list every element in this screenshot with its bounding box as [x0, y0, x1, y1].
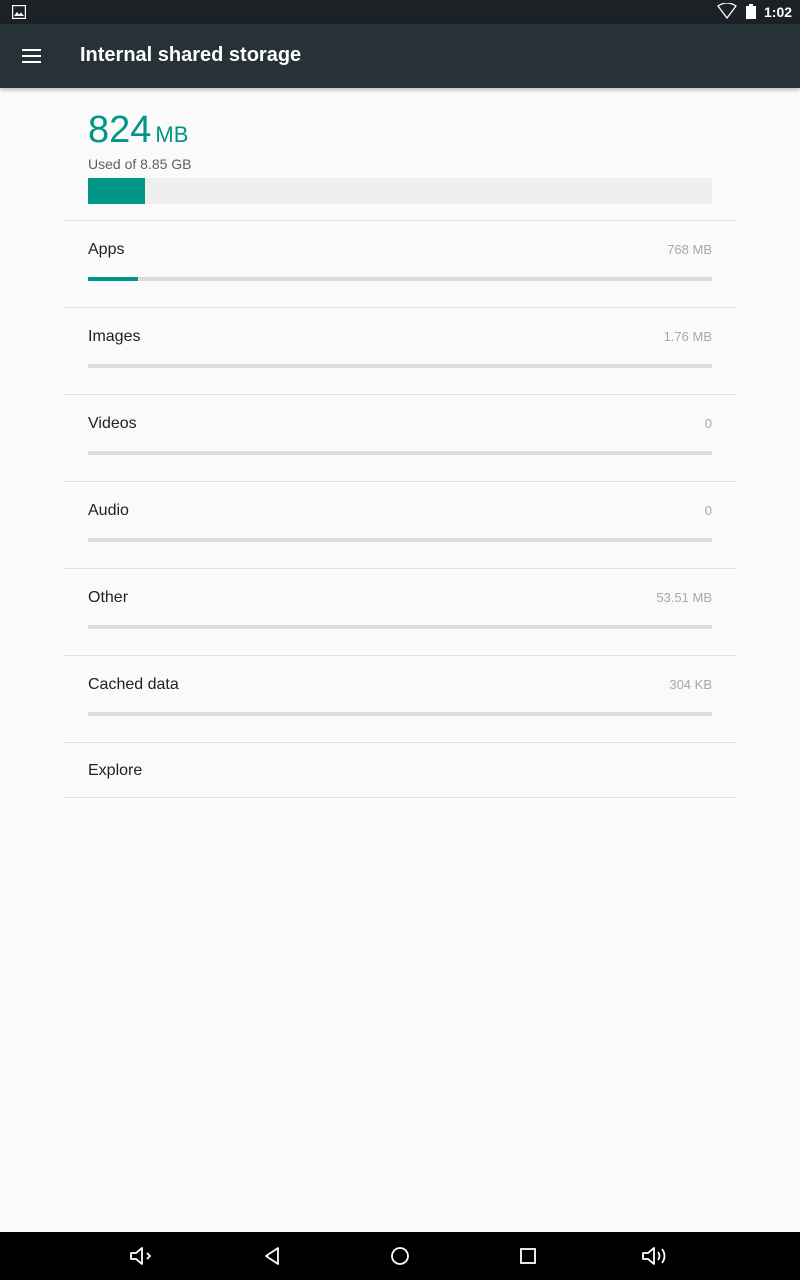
category-row-videos[interactable]: Videos 0 — [64, 394, 736, 481]
category-bar — [88, 625, 712, 629]
explore-row[interactable]: Explore — [64, 742, 736, 798]
category-row-images[interactable]: Images 1.76 MB — [64, 307, 736, 394]
category-size: 0 — [704, 416, 712, 431]
category-label: Other — [88, 589, 129, 606]
total-usage-fill — [88, 178, 145, 204]
category-size: 0 — [704, 503, 712, 518]
category-size: 768 MB — [667, 242, 712, 257]
app-bar: Internal shared storage — [0, 24, 800, 88]
category-size: 53.51 MB — [656, 590, 712, 605]
category-row-audio[interactable]: Audio 0 — [64, 481, 736, 568]
category-bar — [88, 277, 712, 281]
battery-icon — [746, 4, 756, 19]
recents-icon[interactable] — [516, 1244, 540, 1268]
category-row-apps[interactable]: Apps 768 MB — [64, 220, 736, 307]
storage-summary: 824 MB Used of 8.85 GB — [88, 110, 712, 204]
used-unit: MB — [155, 122, 189, 147]
used-amount: 824 MB — [88, 110, 712, 150]
category-size: 304 KB — [669, 677, 712, 692]
storage-category-list: Apps 768 MB Images 1.76 MB Videos 0 Audi… — [64, 220, 736, 798]
hamburger-menu-icon[interactable] — [20, 44, 52, 68]
category-label: Images — [88, 328, 141, 345]
explore-label: Explore — [88, 762, 143, 779]
category-size: 1.76 MB — [663, 329, 712, 344]
category-row-cached-data[interactable]: Cached data 304 KB — [64, 655, 736, 742]
category-row-other[interactable]: Other 53.51 MB — [64, 568, 736, 655]
category-label: Audio — [88, 502, 129, 519]
category-label: Cached data — [88, 676, 179, 693]
navigation-bar — [0, 1232, 800, 1280]
image-icon — [12, 5, 26, 19]
total-usage-bar — [88, 178, 712, 204]
category-bar — [88, 538, 712, 542]
used-value: 824 — [88, 109, 152, 151]
status-bar: 1:02 — [0, 0, 800, 24]
back-icon[interactable] — [261, 1244, 285, 1268]
category-bar — [88, 451, 712, 455]
category-bar — [88, 712, 712, 716]
used-caption: Used of 8.85 GB — [88, 156, 192, 172]
status-clock: 1:02 — [764, 4, 793, 20]
category-bar-fill — [88, 277, 138, 281]
page-title: Internal shared storage — [80, 44, 302, 66]
home-icon[interactable] — [388, 1244, 412, 1268]
wifi-icon — [717, 3, 737, 19]
volume-up-icon[interactable] — [641, 1244, 671, 1268]
category-bar — [88, 364, 712, 368]
category-label: Apps — [88, 241, 125, 258]
volume-down-icon[interactable] — [129, 1244, 153, 1268]
category-label: Videos — [88, 415, 137, 432]
